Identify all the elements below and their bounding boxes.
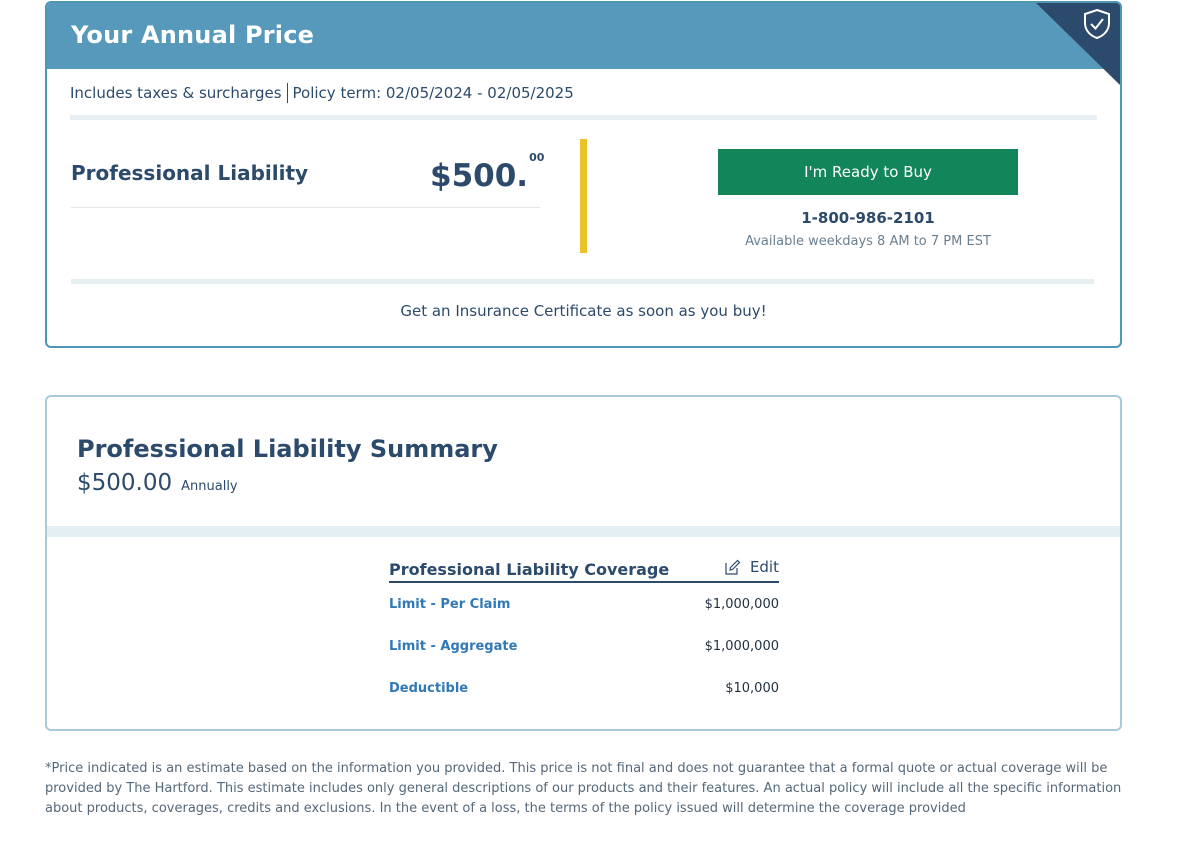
summary-price-row: $500.00 Annually (77, 470, 238, 496)
edit-coverage-link[interactable]: Edit (724, 558, 779, 576)
phone-number[interactable]: 1-800-986-2101 (718, 209, 1018, 227)
coverage-row: Limit - Aggregate $1,000,000 (389, 625, 779, 667)
bottom-divider (71, 279, 1094, 284)
price-header: Your Annual Price (47, 3, 1120, 69)
coverage-value: $1,000,000 (704, 597, 779, 612)
meta-divider (286, 83, 288, 103)
edit-label: Edit (749, 558, 779, 576)
price-cents: 00 (529, 150, 545, 164)
certificate-note: Get an Insurance Certificate as soon as … (400, 302, 767, 320)
coverage-row: Deductible $10,000 (389, 667, 779, 709)
coverage-label[interactable]: Limit - Aggregate (389, 639, 517, 654)
summary-price: $500.00 (77, 470, 173, 496)
summary-card: Professional Liability Summary $500.00 A… (45, 395, 1122, 731)
summary-band (47, 526, 1120, 537)
coverage-value: $1,000,000 (704, 639, 779, 654)
price-title: Your Annual Price (71, 21, 315, 49)
accent-bar (580, 139, 587, 253)
product-name: Professional Liability (71, 161, 309, 185)
product-rule (71, 207, 540, 208)
corner-ribbon (1034, 3, 1120, 87)
coverage-label[interactable]: Deductible (389, 681, 468, 696)
coverage-title: Professional Liability Coverage (389, 560, 670, 579)
shield-check-icon (1084, 8, 1110, 40)
policy-meta: Includes taxes & surcharges Policy term:… (70, 83, 574, 103)
top-divider (70, 115, 1097, 120)
coverage-table: Professional Liability Coverage Edit Lim… (389, 555, 779, 709)
taxes-note: Includes taxes & surcharges (70, 84, 282, 102)
availability-hours: Available weekdays 8 AM to 7 PM EST (745, 234, 991, 249)
annual-price-card: Your Annual Price Includes taxes & surch… (45, 1, 1122, 348)
edit-icon (725, 559, 741, 575)
policy-term: Policy term: 02/05/2024 - 02/05/2025 (292, 84, 574, 102)
ready-to-buy-button[interactable]: I'm Ready to Buy (718, 149, 1018, 195)
coverage-row: Limit - Per Claim $1,000,000 (389, 583, 779, 625)
price-disclaimer: *Price indicated is an estimate based on… (45, 761, 1122, 816)
summary-frequency: Annually (181, 479, 238, 494)
coverage-label[interactable]: Limit - Per Claim (389, 597, 510, 612)
price-dollars: $500. (430, 158, 529, 194)
coverage-header: Professional Liability Coverage Edit (389, 555, 779, 583)
product-price: $500.00 (430, 151, 544, 194)
coverage-value: $10,000 (725, 681, 779, 696)
summary-title: Professional Liability Summary (77, 435, 498, 463)
